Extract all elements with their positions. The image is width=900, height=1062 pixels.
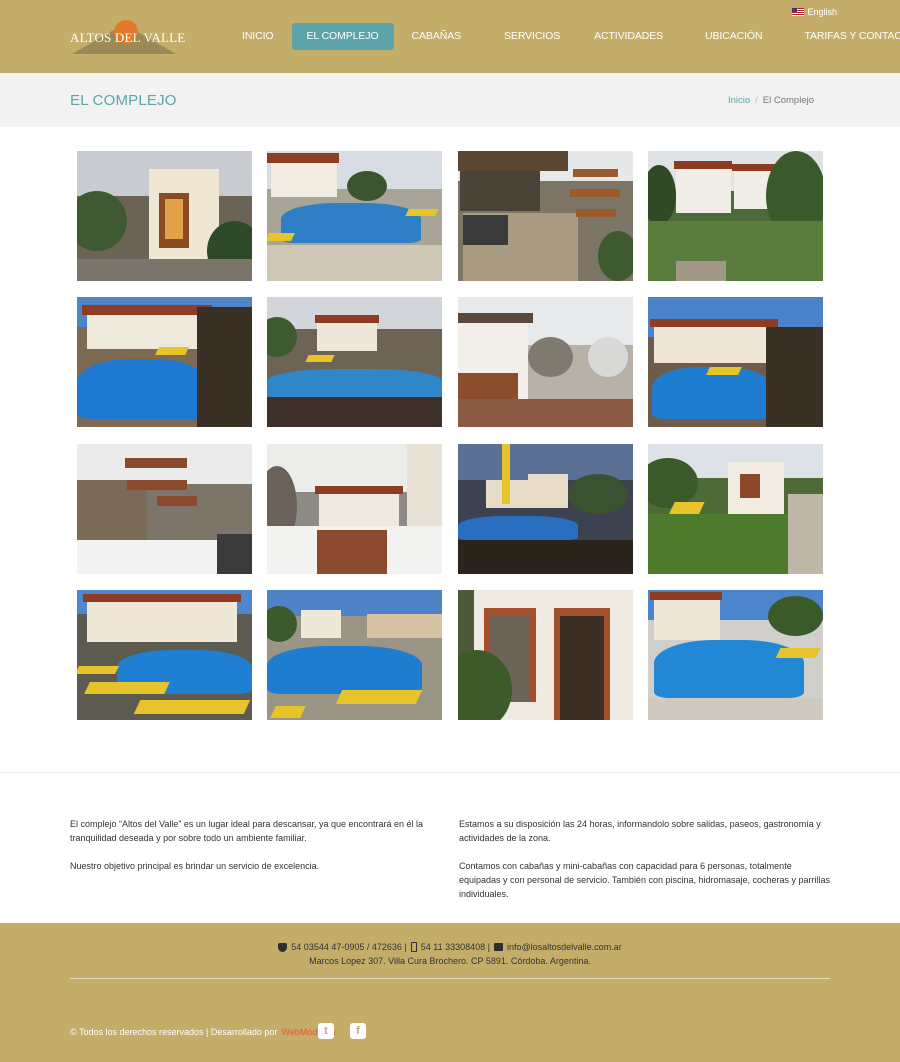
- logo[interactable]: ALTOS DEL VALLE: [70, 20, 185, 54]
- gallery-photo[interactable]: [267, 590, 442, 720]
- gallery-photo[interactable]: [648, 444, 823, 574]
- contact-address: Marcos Lopez 307. Villa Cura Brochero. C…: [309, 956, 591, 966]
- breadcrumb: Inicio / El Complejo: [728, 95, 814, 106]
- gallery-photo[interactable]: [77, 297, 252, 427]
- nav-item-cabanas[interactable]: CABAÑAS: [400, 23, 473, 50]
- gallery-photo[interactable]: [648, 590, 823, 720]
- gallery-photo[interactable]: [458, 297, 633, 427]
- about-right-column: Estamos a su disposición las 24 horas, i…: [459, 817, 834, 915]
- about-paragraph: Estamos a su disposición las 24 horas, i…: [459, 819, 821, 843]
- phone-icon: [278, 942, 288, 952]
- us-flag-icon: [792, 8, 805, 16]
- nav-item-actividades[interactable]: ACTIVIDADES: [582, 23, 675, 50]
- gallery-photo[interactable]: [648, 151, 823, 281]
- about-paragraph: Contamos con cabañas y mini-cabañas con …: [459, 861, 831, 899]
- mail-icon: [494, 943, 503, 951]
- gallery-photo[interactable]: [77, 444, 252, 574]
- breadcrumb-home[interactable]: Inicio: [728, 95, 750, 106]
- page-title: EL COMPLEJO: [70, 92, 177, 109]
- header-bar: English ALTOS DEL VALLE INICIO EL COMPLE…: [0, 0, 900, 73]
- contact-phone: 54 03544 47-0905 / 472636 |: [291, 942, 407, 952]
- breadcrumb-current: El Complejo: [762, 95, 814, 106]
- contact-mobile: 54 11 33308408 |: [420, 942, 490, 952]
- contact-info: 54 03544 47-0905 / 472636 | 54 11 333084…: [0, 940, 900, 968]
- photo-gallery: [77, 151, 823, 721]
- gallery-photo[interactable]: [458, 444, 633, 574]
- copyright: © Todos los derechos reservados | Desarr…: [70, 1027, 335, 1037]
- page-title-bar: EL COMPLEJO Inicio / El Complejo: [0, 73, 900, 127]
- gallery-photo[interactable]: [458, 590, 633, 720]
- nav-item-ubicacion[interactable]: UBICACIÓN: [693, 23, 774, 50]
- language-label: English: [807, 7, 837, 17]
- logo-text: ALTOS DEL VALLE: [70, 30, 186, 45]
- section-divider: [0, 772, 900, 773]
- about-left-column: El complejo “Altos del Valle” es un luga…: [70, 817, 445, 887]
- facebook-icon[interactable]: f: [350, 1023, 366, 1039]
- gallery-photo[interactable]: [77, 590, 252, 720]
- language-switch[interactable]: English: [792, 7, 837, 17]
- mobile-icon: [410, 942, 417, 952]
- gallery-photo[interactable]: [267, 151, 442, 281]
- copyright-text: © Todos los derechos reservados | Desarr…: [70, 1027, 278, 1037]
- about-paragraph: El complejo “Altos del Valle” es un luga…: [70, 819, 424, 843]
- footer: 54 03544 47-0905 / 472636 | 54 11 333084…: [0, 923, 900, 1062]
- nav-item-servicios[interactable]: SERVICIOS: [492, 23, 572, 50]
- nav-item-el-complejo[interactable]: EL COMPLEJO: [291, 23, 394, 50]
- gallery-photo[interactable]: [267, 444, 442, 574]
- gallery-photo[interactable]: [267, 297, 442, 427]
- breadcrumb-separator: /: [755, 95, 758, 106]
- nav-item-inicio[interactable]: INICIO: [230, 23, 286, 50]
- main-nav: INICIO EL COMPLEJO CABAÑAS SERVICIOS ACT…: [230, 23, 900, 50]
- nav-item-tarifas[interactable]: TARIFAS Y CONTACTO: [792, 23, 900, 50]
- contact-email[interactable]: info@losaltosdelvalle.com.ar: [507, 940, 622, 954]
- gallery-photo[interactable]: [458, 151, 633, 281]
- about-paragraph: Nuestro objetivo principal es brindar un…: [70, 861, 320, 871]
- twitter-icon[interactable]: t: [318, 1023, 334, 1039]
- gallery-photo[interactable]: [77, 151, 252, 281]
- gallery-photo[interactable]: [648, 297, 823, 427]
- footer-divider: [70, 978, 830, 979]
